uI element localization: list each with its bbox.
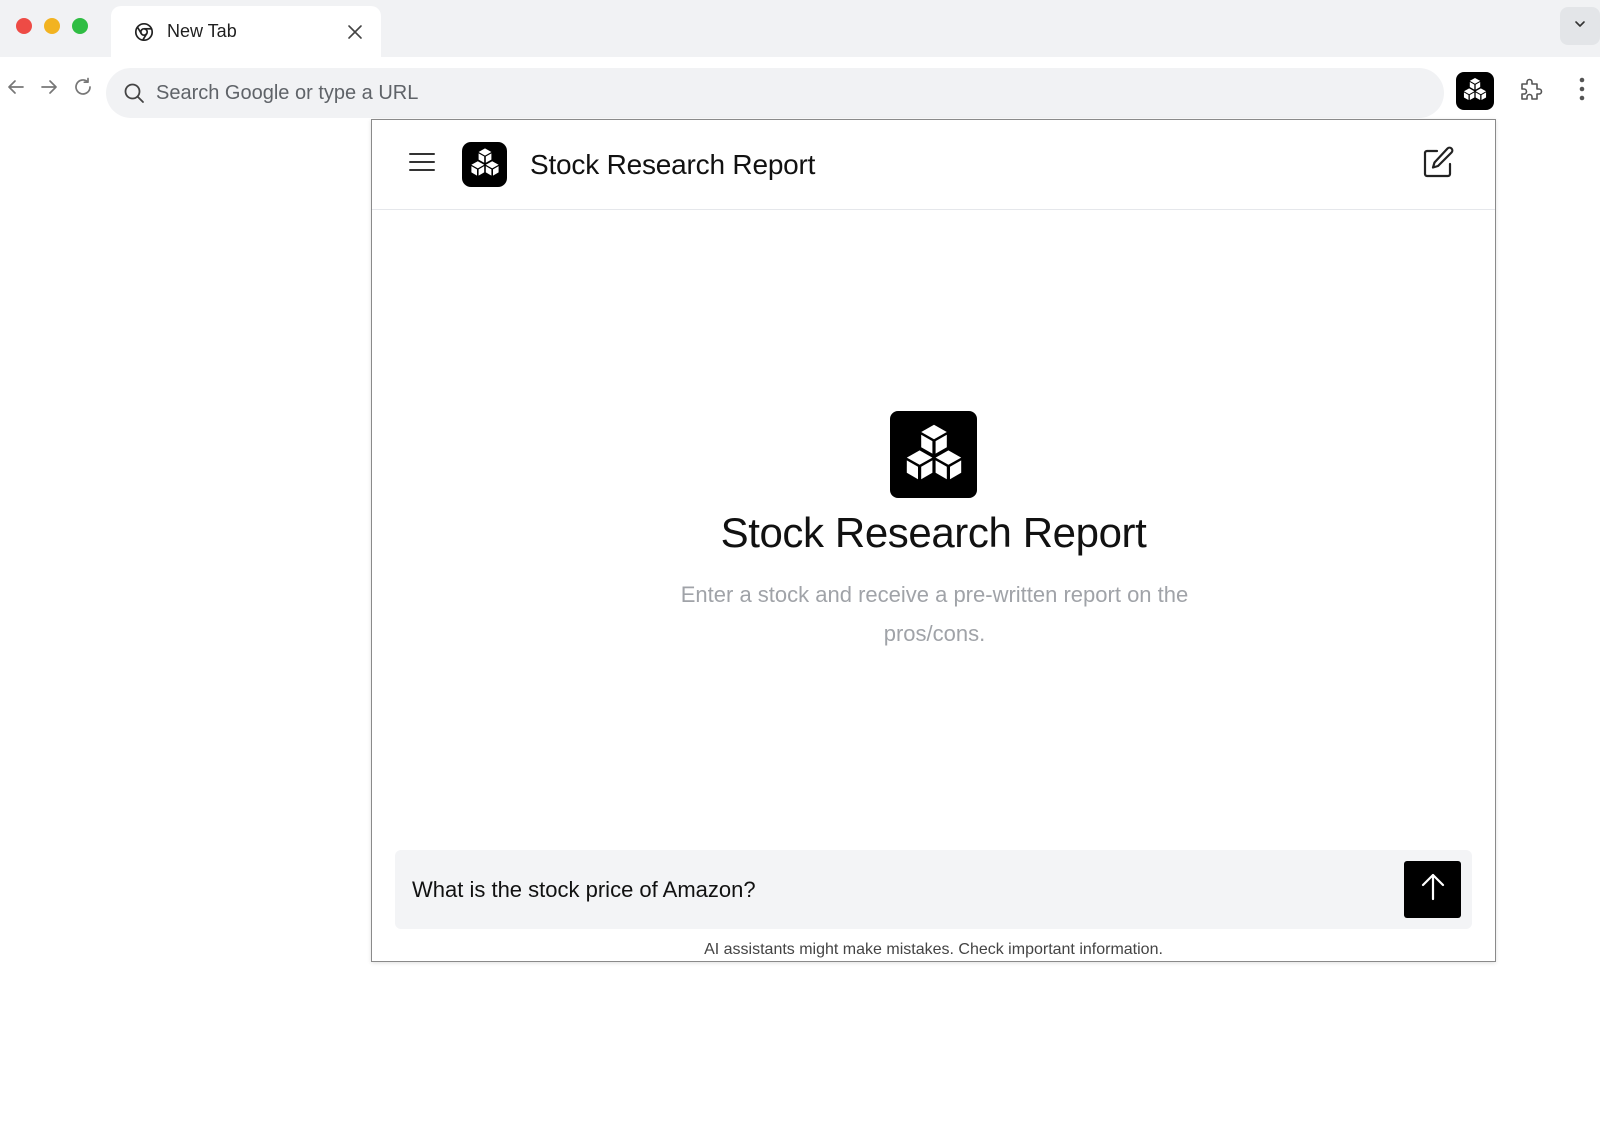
hero-subtitle: Enter a stock and receive a pre-written … [680, 582, 1189, 646]
forward-button[interactable] [37, 77, 61, 101]
extension-stock-research-button[interactable] [1456, 72, 1494, 110]
message-input[interactable] [412, 876, 1372, 903]
more-vertical-icon [1579, 77, 1585, 106]
menu-button[interactable] [408, 150, 436, 178]
browser-toolbar [0, 57, 1600, 121]
browser-menu-button[interactable] [1570, 77, 1594, 105]
cubes-logo-icon [1462, 76, 1488, 107]
search-icon [122, 81, 146, 105]
extensions-button[interactable] [1517, 77, 1545, 105]
chrome-icon [133, 21, 155, 43]
address-bar[interactable] [106, 68, 1444, 118]
hamburger-icon [409, 152, 435, 177]
tab-title: New Tab [167, 21, 237, 41]
tab-strip: New Tab [0, 0, 1600, 57]
puzzle-icon [1517, 75, 1545, 108]
close-icon[interactable] [343, 20, 367, 44]
extension-panel: Stock Research Report Stock Research Rep… [371, 119, 1496, 962]
cubes-logo-icon [469, 146, 501, 183]
cubes-logo-icon [902, 420, 966, 489]
header-title: Stock Research Report [530, 149, 816, 180]
tab-new-tab[interactable]: New Tab [111, 6, 381, 57]
hero-logo [890, 411, 977, 498]
new-chat-button[interactable] [1419, 146, 1457, 184]
send-button[interactable] [1404, 861, 1461, 918]
window-maximize-button[interactable] [72, 18, 88, 34]
arrow-right-icon [39, 77, 59, 102]
reload-icon [72, 76, 94, 103]
arrow-left-icon [6, 77, 26, 102]
disclaimer-text: AI assistants might make mistakes. Check… [704, 941, 1163, 958]
panel-header: Stock Research Report [372, 120, 1495, 210]
edit-icon [1420, 145, 1456, 186]
back-button[interactable] [4, 77, 28, 101]
app-logo [462, 142, 507, 187]
window-close-button[interactable] [16, 18, 32, 34]
window-minimize-button[interactable] [44, 18, 60, 34]
address-input[interactable] [156, 81, 1356, 105]
message-composer [395, 850, 1472, 929]
chevron-down-icon [1573, 17, 1587, 36]
hero-title: Stock Research Report [720, 509, 1147, 556]
arrow-up-icon [1418, 872, 1448, 907]
tab-search-button[interactable] [1560, 7, 1600, 45]
reload-button[interactable] [71, 77, 95, 101]
